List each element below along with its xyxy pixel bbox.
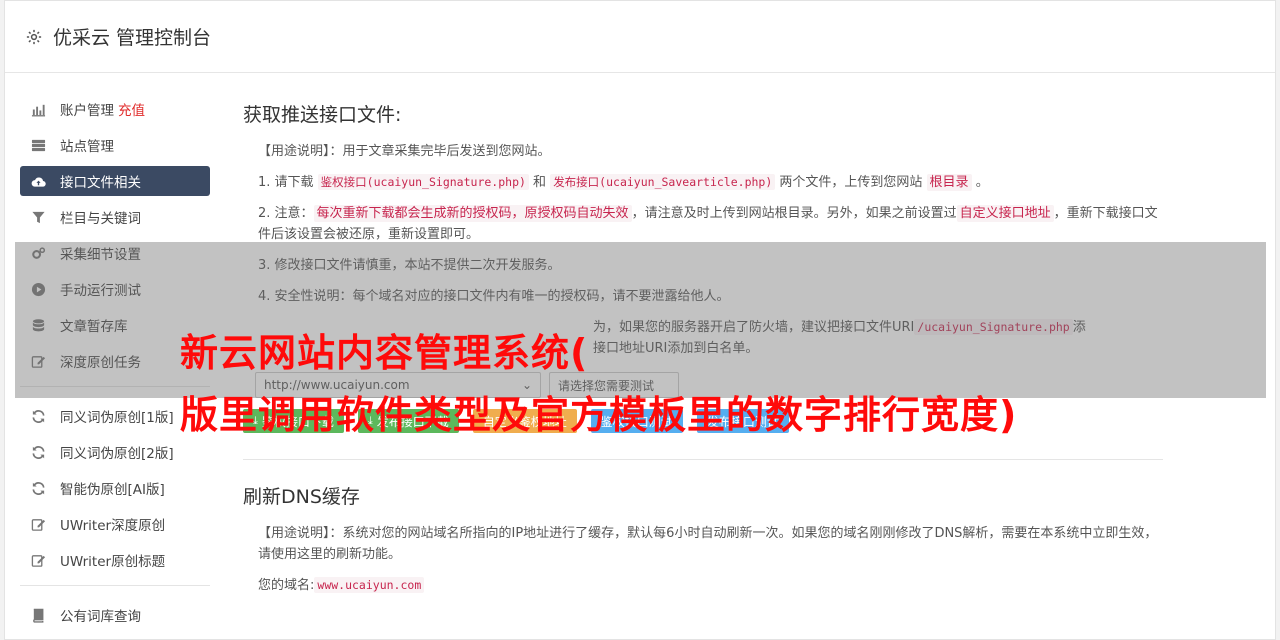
overlay-title-line1: 新云网站内容管理系统( (180, 331, 589, 375)
sidebar-item-label: 接口文件相关 (60, 175, 141, 191)
sidebar-item[interactable]: 智能伪原创[AI版] (20, 473, 210, 503)
sidebar-item[interactable]: 同义词伪原创[2版] (20, 437, 210, 467)
sidebar-item-label: UWriter原创标题 (60, 554, 166, 570)
header: 优采云 管理控制台 (5, 1, 1275, 73)
auth-interface-link[interactable]: 鉴权接口(ucaiyun_Signature.php) (317, 174, 529, 190)
sidebar-item-label: 同义词伪原创[2版] (60, 446, 174, 462)
book-icon (30, 607, 46, 623)
sidebar-item-label: 公有词库查询 (60, 609, 141, 625)
refresh-icon (30, 444, 46, 460)
sidebar-item[interactable]: UWriter深度原创 (20, 509, 210, 539)
step-2: 2. 注意： 每次重新下载都会生成新的授权码，原授权码自动失效 ，请注意及时上传到网… (258, 205, 1158, 242)
dns-usage-note: 【用途说明】：系统对您的网站域名所指向的IP地址进行了缓存，默认每6小时自动刷新… (258, 526, 1158, 562)
sidebar-item-label: 智能伪原创[AI版] (60, 482, 165, 498)
sidebar-divider (20, 585, 210, 586)
page-title: 优采云 管理控制台 (53, 27, 212, 49)
section-title-interface-files: 获取推送接口文件: (243, 104, 402, 126)
sidebar-item[interactable]: 站点管理 (20, 130, 210, 160)
section-title-dns: 刷新DNS缓存 (243, 486, 360, 508)
refresh-icon (30, 408, 46, 424)
filter-icon (30, 209, 46, 225)
bar-chart-icon (30, 101, 46, 117)
sidebar-item-label: 站点管理 (60, 139, 114, 155)
edit-icon (30, 516, 46, 532)
section-divider (243, 459, 1163, 460)
usage-note: 【用途说明】：用于文章采集完毕后发送到您网站。 (258, 144, 551, 159)
sidebar-item-label: 账户管理 (60, 103, 114, 119)
publish-interface-link[interactable]: 发布接口(ucaiyun_Savearticle.php) (550, 174, 776, 190)
recharge-link[interactable]: 充值 (118, 99, 145, 119)
step-1: 1. 请下载 鉴权接口(ucaiyun_Signature.php) 和 发布接… (258, 174, 989, 191)
sidebar-item[interactable]: 公有词库查询 (20, 600, 210, 630)
cloud-upload-icon (30, 173, 46, 189)
sidebar-item[interactable]: 接口文件相关 (20, 166, 210, 196)
gear-icon (26, 29, 42, 44)
overlay-title-line2: 版里调用软件类型及官方模板里的数字排行宽度) (180, 393, 1018, 437)
warning-tag: 每次重新下载都会生成新的授权码，原授权码自动失效 (313, 205, 632, 222)
edit-icon (30, 552, 46, 568)
sidebar-item-label: UWriter深度原创 (60, 518, 166, 534)
domain-value: www.ucaiyun.com (314, 577, 425, 593)
sidebar-item[interactable]: 栏目与关键词 (20, 202, 210, 232)
sidebar-item[interactable]: UWriter原创标题 (20, 545, 210, 575)
sidebar-item[interactable]: 账户管理 充值 (20, 94, 210, 124)
root-dir-tag: 根目录 (926, 174, 972, 191)
sidebar-item-label: 同义词伪原创[1版] (60, 410, 174, 426)
server-icon (30, 137, 46, 153)
custom-address-tag: 自定义接口地址 (956, 205, 1054, 222)
refresh-icon (30, 480, 46, 496)
domain-row: 您的域名: www.ucaiyun.com (243, 575, 1163, 596)
sidebar-item-label: 栏目与关键词 (60, 211, 141, 227)
